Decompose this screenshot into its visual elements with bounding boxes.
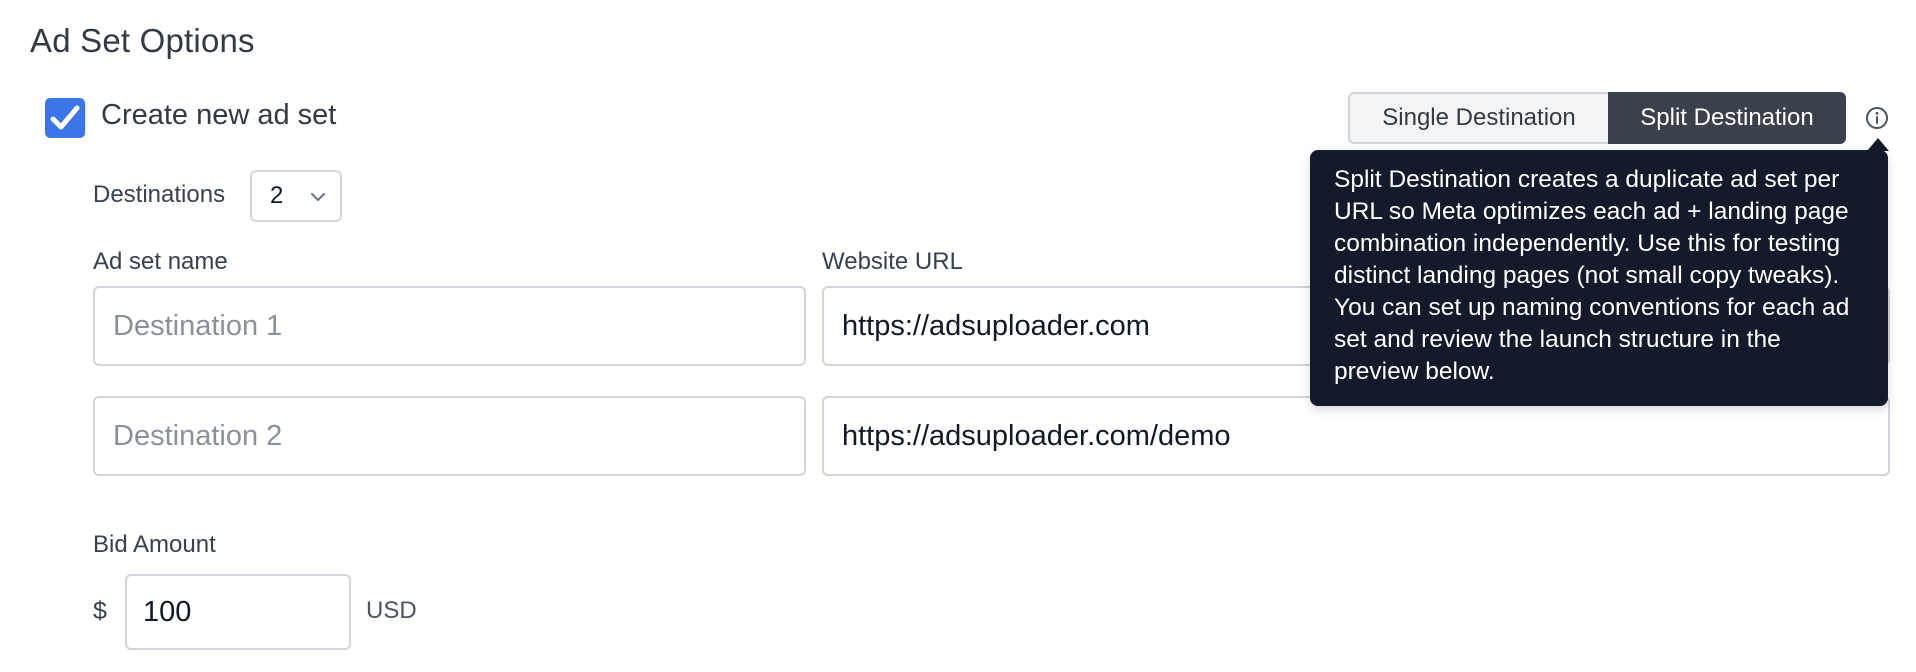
ad-set-name-input-1[interactable]: Destination 1 [93, 286, 806, 366]
website-url-label: Website URL [822, 248, 963, 275]
split-destination-tooltip: Split Destination creates a duplicate ad… [1310, 150, 1888, 406]
chevron-down-icon [311, 193, 325, 201]
single-destination-button[interactable]: Single Destination [1348, 92, 1608, 144]
ad-set-options-panel: Ad Set Options Create new ad set Single … [0, 0, 1916, 672]
split-destination-button[interactable]: Split Destination [1608, 92, 1846, 144]
info-circle-icon[interactable] [1865, 106, 1889, 130]
bid-amount-label: Bid Amount [93, 531, 216, 558]
ad-set-name-label: Ad set name [93, 248, 228, 275]
destinations-select[interactable]: 2 [250, 170, 342, 222]
destinations-label: Destinations [93, 181, 226, 208]
currency-code: USD [366, 597, 417, 624]
checkmark-icon [50, 105, 80, 130]
destinations-select-value: 2 [270, 182, 284, 209]
bid-amount-input[interactable]: 100 [125, 574, 351, 650]
currency-symbol: $ [93, 597, 107, 625]
section-title: Ad Set Options [30, 22, 255, 59]
create-ad-set-label[interactable]: Create new ad set [101, 99, 336, 132]
ad-set-name-input-2[interactable]: Destination 2 [93, 396, 806, 476]
create-ad-set-checkbox[interactable] [45, 98, 85, 138]
website-url-input-2[interactable]: https://adsuploader.com/demo [822, 396, 1890, 476]
